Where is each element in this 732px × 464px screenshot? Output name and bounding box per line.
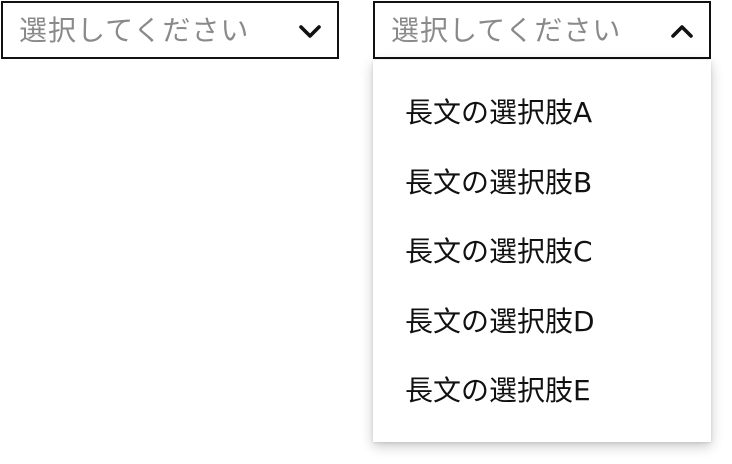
select-placeholder: 選択してください [19,14,250,47]
dropdown-option-b[interactable]: 長文の選択肢B [373,148,711,218]
select-dropdown-open[interactable]: 選択してください [373,1,711,59]
dropdown-menu: 長文の選択肢A 長文の選択肢B 長文の選択肢C 長文の選択肢D 長文の選択肢E [373,60,711,442]
dropdown-option-a[interactable]: 長文の選択肢A [373,78,711,148]
chevron-down-icon [297,18,323,44]
page: 選択してください 選択してください 長文の選択肢A 長文の選択肢B 長文の選択肢… [0,0,732,464]
dropdown-option-d[interactable]: 長文の選択肢D [373,287,711,357]
dropdown-option-c[interactable]: 長文の選択肢C [373,217,711,287]
dropdown-option-e[interactable]: 長文の選択肢E [373,356,711,426]
chevron-up-icon [669,18,695,44]
select-dropdown-closed[interactable]: 選択してください [1,1,339,59]
select-placeholder: 選択してください [391,14,622,47]
